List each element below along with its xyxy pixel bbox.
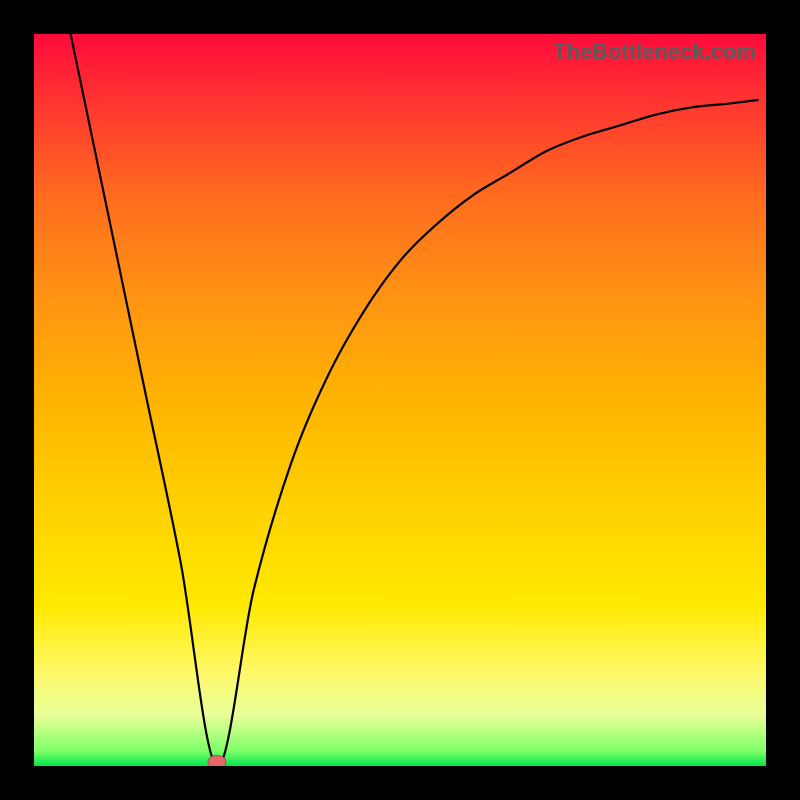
- plot-area: TheBottleneck.com: [34, 34, 766, 766]
- watermark-text: TheBottleneck.com: [553, 39, 756, 65]
- curve-layer: [34, 34, 766, 766]
- chart-container: TheBottleneck.com: [0, 0, 800, 800]
- bottleneck-curve-path: [71, 34, 759, 766]
- minimum-marker: [208, 756, 226, 767]
